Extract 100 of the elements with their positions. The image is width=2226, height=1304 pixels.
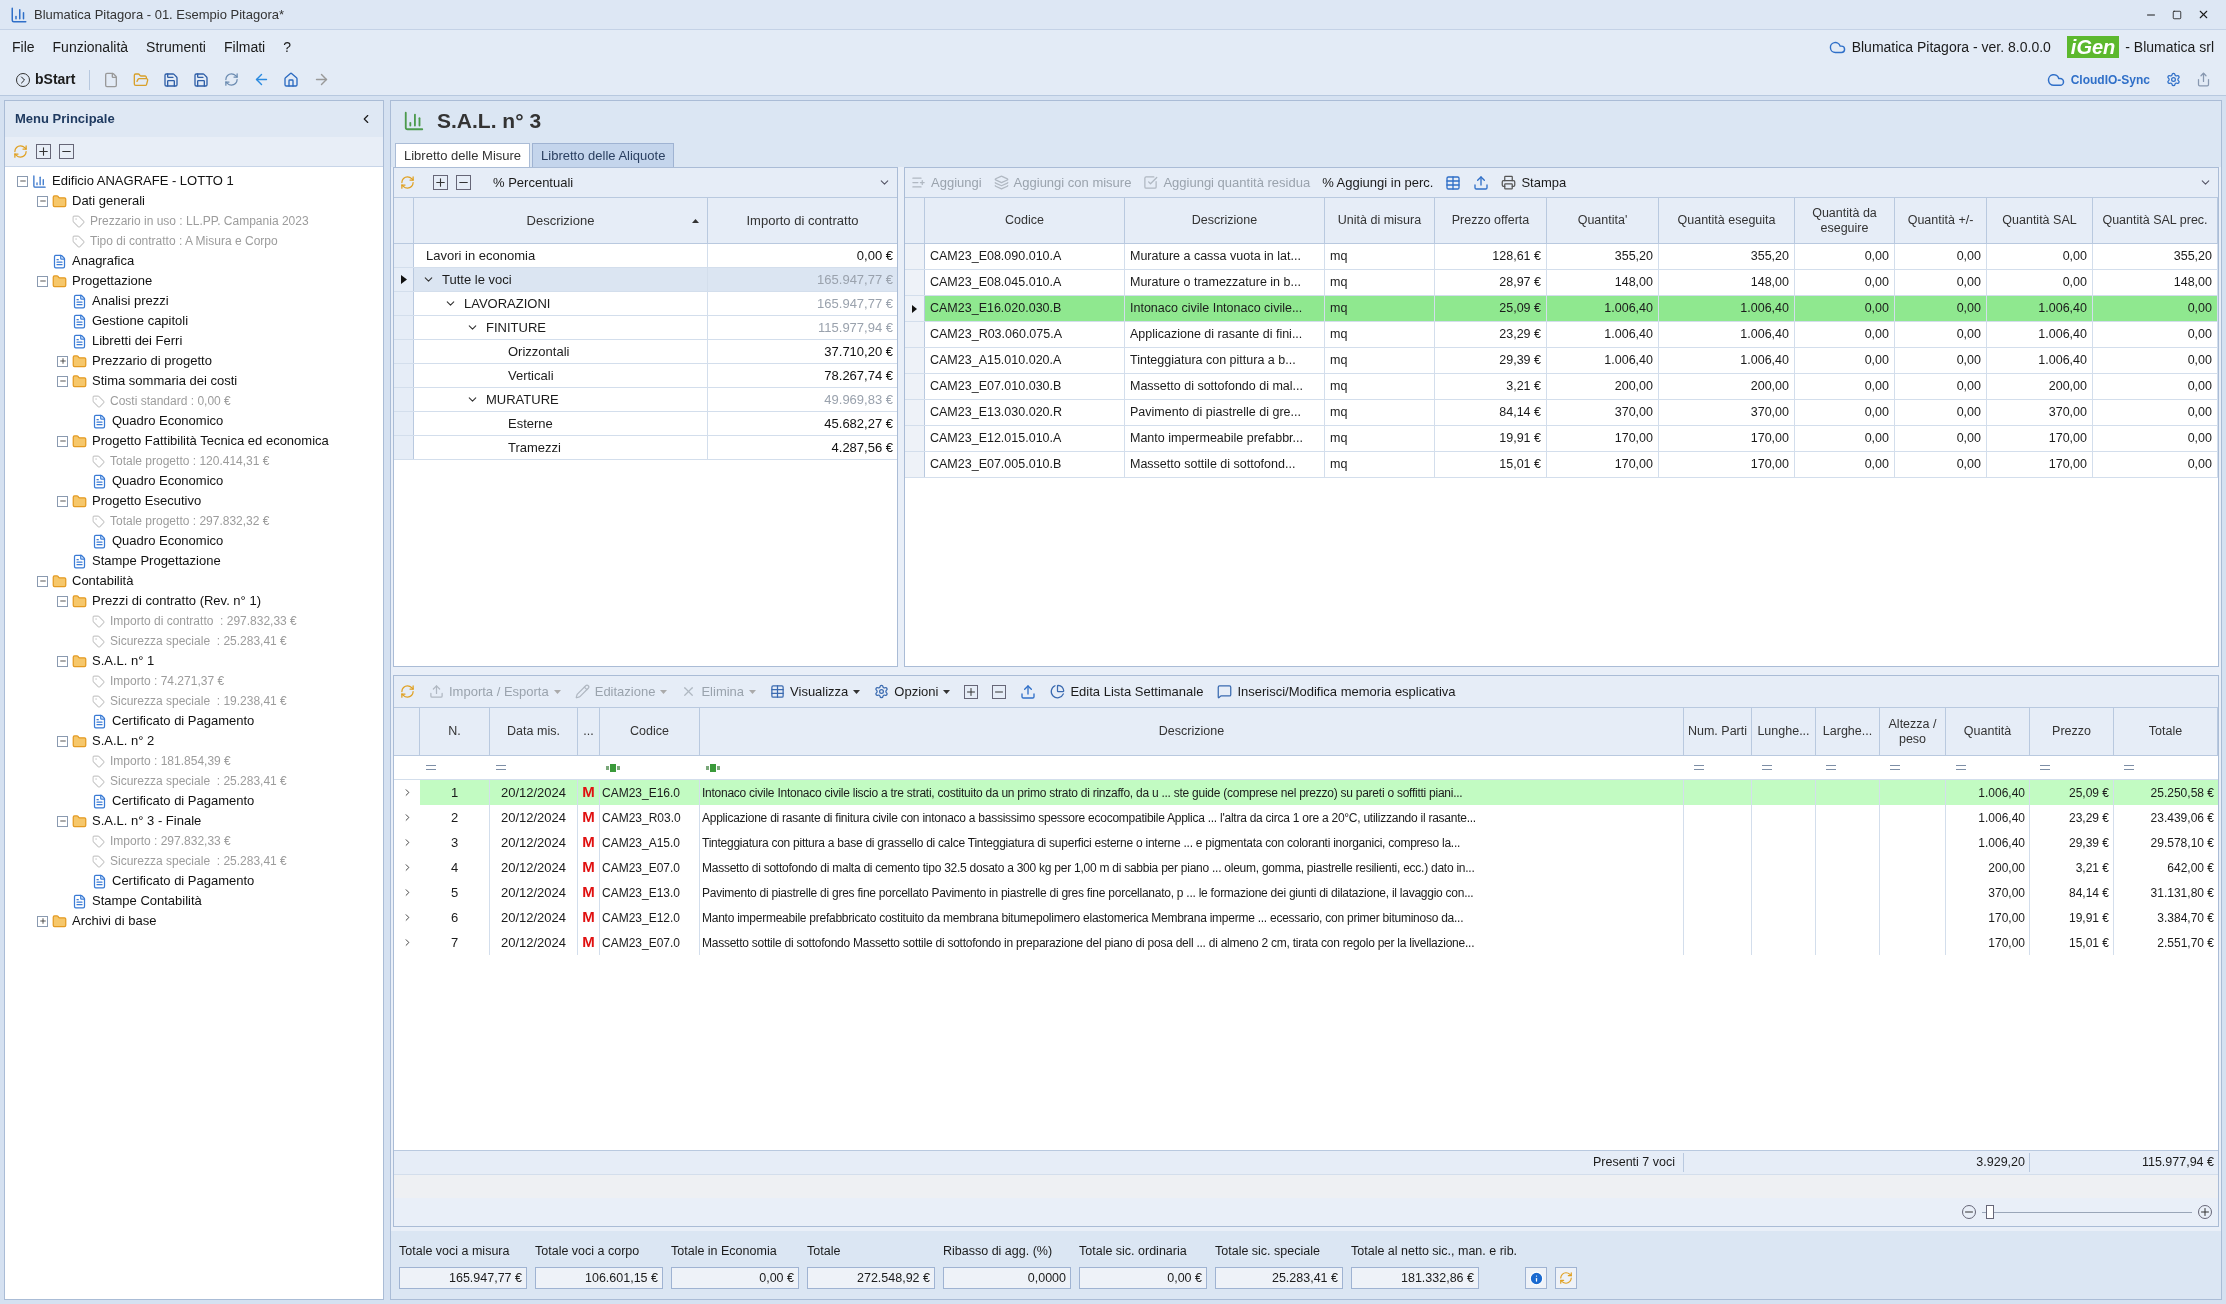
tree-item[interactable]: Progetto Esecutivo: [92, 491, 202, 511]
tree-item[interactable]: Quadro Economico: [112, 531, 224, 551]
tree-item[interactable]: S.A.L. n° 2: [92, 731, 155, 751]
menu-item[interactable]: File: [12, 36, 35, 58]
column-header[interactable]: Totale: [2114, 708, 2218, 755]
row-indicator[interactable]: [905, 296, 925, 321]
column-header[interactable]: Unità di misura: [1325, 198, 1435, 243]
category-row[interactable]: Tramezzi 4.287,56 €: [394, 436, 897, 460]
tree-item[interactable]: Prezzi di contratto (Rev. n° 1): [92, 591, 261, 611]
column-header[interactable]: Quantità eseguita: [1659, 198, 1795, 243]
column-header[interactable]: Descrizione: [700, 708, 1684, 755]
column-header[interactable]: Quantità +/-: [1895, 198, 1987, 243]
equals-filter-icon[interactable]: [1826, 765, 1836, 770]
expand-all-icon[interactable]: [433, 175, 448, 190]
column-header[interactable]: Importo di contratto: [708, 198, 897, 243]
tree-item[interactable]: Stima sommaria dei costi: [92, 371, 238, 391]
tree-item[interactable]: Certificato di Pagamento: [112, 791, 255, 811]
expand-toggle[interactable]: [37, 915, 48, 927]
item-row[interactable]: CAM23_E07.005.010.B Massetto sottile di sottofond... mq 15,01 € 170,00 170,00 0,00 0,00 170,00 0,00: [905, 452, 2218, 478]
zoom-slider[interactable]: [1982, 1205, 2192, 1219]
collapse-toggle[interactable]: [17, 175, 28, 187]
tree-item[interactable]: Certificato di Pagamento: [112, 711, 255, 731]
toolbar-button[interactable]: Stampa: [1501, 170, 1567, 195]
equals-filter-icon[interactable]: [1956, 765, 1966, 770]
tab[interactable]: Libretto delle Aliquote: [532, 143, 675, 167]
column-header[interactable]: Data mis.: [490, 708, 578, 755]
collapse-toggle[interactable]: [57, 735, 68, 747]
grid-view-icon[interactable]: [1445, 174, 1462, 191]
column-header[interactable]: Lunghe...: [1752, 708, 1816, 755]
refresh-icon[interactable]: [400, 175, 415, 190]
toolbar-button[interactable]: Edita Lista Settimanale: [1050, 679, 1204, 704]
collapse-all-icon[interactable]: [456, 175, 471, 190]
tree-item[interactable]: Libretti dei Ferri: [92, 331, 183, 351]
menu-item[interactable]: Strumenti: [146, 36, 206, 58]
item-row[interactable]: CAM23_E12.015.010.A Manto impermeabile prefabbr... mq 19,91 € 170,00 170,00 0,00 0,00 170,00 0,00: [905, 426, 2218, 452]
text-filter-icon[interactable]: [706, 763, 720, 772]
tree-item[interactable]: Progetto Fattibilità Tecnica ed economica: [92, 431, 329, 451]
category-row[interactable]: Orizzontali 37.710,20 €: [394, 340, 897, 364]
start-button[interactable]: bStart: [10, 66, 82, 93]
category-row[interactable]: LAVORAZIONI 165.947,77 €: [394, 292, 897, 316]
refresh-icon[interactable]: [13, 144, 28, 159]
column-header[interactable]: Codice: [925, 198, 1125, 243]
toolbar-button[interactable]: % Aggiungi in perc.: [1322, 170, 1434, 195]
equals-filter-icon[interactable]: [1762, 765, 1772, 770]
collapse-all-icon[interactable]: [992, 684, 1007, 699]
measure-row[interactable]: [394, 780, 2218, 805]
column-header[interactable]: Larghe...: [1816, 708, 1880, 755]
menu-item[interactable]: Filmati: [224, 36, 266, 58]
scrollbar-track[interactable]: [394, 1174, 2218, 1198]
tree-item[interactable]: Quadro Economico: [112, 471, 224, 491]
menu-item[interactable]: Funzionalità: [52, 36, 129, 58]
column-header[interactable]: Quantità SAL prec.: [2093, 198, 2218, 243]
column-header[interactable]: Prezzo offerta: [1435, 198, 1547, 243]
tree-item[interactable]: Anagrafica: [72, 251, 135, 271]
equals-filter-icon[interactable]: [426, 765, 436, 770]
expand-all-icon[interactable]: [964, 684, 979, 699]
column-header[interactable]: Quantità SAL: [1987, 198, 2093, 243]
item-row[interactable]: CAM23_E16.020.030.B Intonaco civile Intonaco civile... mq 25,09 € 1.006,40 1.006,40 0,00 0,00 1.006,40 0,00: [905, 296, 2218, 322]
export-icon[interactable]: [1020, 683, 1037, 700]
tree-item[interactable]: Stampe Progettazione: [92, 551, 221, 571]
item-row[interactable]: CAM23_E08.045.010.A Murature o tramezzature in b... mq 28,97 € 148,00 148,00 0,00 0,00 0,00 148,00: [905, 270, 2218, 296]
equals-filter-icon[interactable]: [2040, 765, 2050, 770]
collapse-toggle[interactable]: [37, 195, 48, 207]
collapse-toggle[interactable]: [57, 655, 68, 667]
row-indicator[interactable]: [394, 268, 414, 291]
collapse-toggle[interactable]: [37, 275, 48, 287]
toolbar-button[interactable]: Opzioni: [874, 679, 951, 704]
column-header[interactable]: Prezzo: [2030, 708, 2114, 755]
collapse-toggle[interactable]: [57, 815, 68, 827]
tree-item[interactable]: Archivi di base: [72, 911, 157, 931]
collapse-all-icon[interactable]: [59, 144, 74, 159]
collapse-toggle[interactable]: [57, 375, 68, 387]
category-row[interactable]: MURATURE 49.969,83 €: [394, 388, 897, 412]
zoom-in-icon[interactable]: [2198, 1205, 2212, 1219]
category-row[interactable]: Tutte le voci 165.947,77 €: [394, 268, 897, 292]
tree-item[interactable]: Analisi prezzi: [92, 291, 169, 311]
tree-item[interactable]: Dati generali: [72, 191, 145, 211]
column-header[interactable]: Codice: [600, 708, 700, 755]
item-row[interactable]: CAM23_E07.010.030.B Massetto di sottofondo di mal... mq 3,21 € 200,00 200,00 0,00 0,00 200,00 0,00: [905, 374, 2218, 400]
text-filter-icon[interactable]: [606, 763, 620, 772]
collapse-toggle[interactable]: [57, 495, 68, 507]
column-header[interactable]: Altezza / peso: [1880, 708, 1946, 755]
tree-item[interactable]: Progettazione: [72, 271, 153, 291]
cloud-sync-button[interactable]: CloudIO-Sync: [2040, 66, 2156, 93]
column-header[interactable]: Descrizione: [414, 198, 708, 243]
equals-filter-icon[interactable]: [1890, 765, 1900, 770]
export-icon[interactable]: [1473, 174, 1490, 191]
column-header[interactable]: Num. Parti: [1684, 708, 1752, 755]
column-header[interactable]: Quantità da eseguire: [1795, 198, 1895, 243]
toolbar-button[interactable]: Visualizza: [770, 679, 861, 704]
item-row[interactable]: CAM23_A15.010.020.A Tinteggiatura con pittura a b... mq 29,39 € 1.006,40 1.006,40 0,00 0,00 1.006,40 0,00: [905, 348, 2218, 374]
equals-filter-icon[interactable]: [2124, 765, 2134, 770]
tree-item[interactable]: Certificato di Pagamento: [112, 871, 255, 891]
expand-toggle[interactable]: [57, 355, 68, 367]
tree-item[interactable]: Stampe Contabilità: [92, 891, 202, 911]
tree-item[interactable]: S.A.L. n° 3 - Finale: [92, 811, 202, 831]
collapse-toggle[interactable]: [57, 435, 68, 447]
collapse-toggle[interactable]: [57, 595, 68, 607]
expand-all-icon[interactable]: [36, 144, 51, 159]
category-row[interactable]: FINITURE 115.977,94 €: [394, 316, 897, 340]
